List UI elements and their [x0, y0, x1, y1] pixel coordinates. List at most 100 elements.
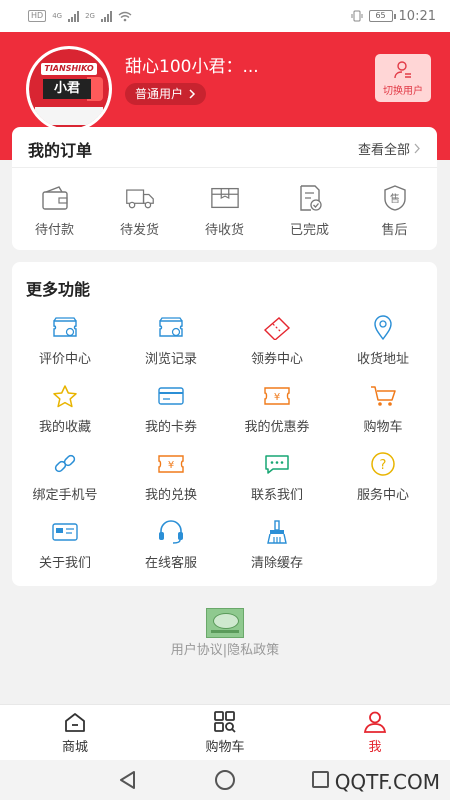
more-title: 更多功能 [26, 280, 91, 299]
network-label-1: 4G [52, 12, 63, 20]
tab-me[interactable]: 我 [300, 705, 450, 760]
chevron-right-icon [414, 143, 420, 154]
order-after-sales[interactable]: 售 售后 [352, 183, 437, 238]
recent-apps-icon[interactable] [312, 771, 329, 788]
function-grid: 评价中心 浏览记录 领券中心 收货地址 我的收藏 我的卡券 ¥ 我的优惠券 购物… [12, 314, 437, 586]
home-nav-icon[interactable] [215, 770, 235, 790]
grid-item-label: 在线客服 [144, 556, 197, 571]
cart-icon [369, 382, 397, 410]
grid-item-label: 评价中心 [38, 352, 91, 367]
orders-title: 我的订单 [28, 141, 93, 160]
clock: 10:21 [398, 8, 436, 24]
tab-label: 商城 [61, 740, 88, 755]
tab-label: 购物车 [205, 740, 245, 755]
grid-item-label: 绑定手机号 [32, 488, 98, 503]
svg-text:?: ? [380, 458, 387, 473]
user-icon [363, 711, 387, 733]
shopping-cart-item[interactable]: 购物车 [330, 382, 436, 450]
online-service-item[interactable]: 在线客服 [118, 518, 224, 586]
grid-item-label: 领券中心 [250, 352, 303, 367]
view-all-orders-link[interactable]: 查看全部 [358, 139, 421, 158]
tab-cart[interactable]: 购物车 [150, 705, 300, 760]
location-icon [369, 314, 397, 342]
orders-card: 我的订单 查看全部 待付款 待发货 待收货 已完成 售 售后 [12, 127, 437, 250]
my-exchange-item[interactable]: ¥ 我的兑换 [118, 450, 224, 518]
my-cards-item[interactable]: 我的卡券 [118, 382, 224, 450]
bottom-tab-bar: 商城 购物车 我 [0, 704, 450, 760]
my-coupons-item[interactable]: ¥ 我的优惠券 [224, 382, 330, 450]
switch-user-icon [394, 61, 411, 79]
yen-coupon-icon: ¥ [263, 382, 291, 410]
grid-item-label: 联系我们 [250, 488, 303, 503]
switch-user-button[interactable]: 切换用户 [375, 54, 431, 102]
browse-history-item[interactable]: 浏览记录 [118, 314, 224, 382]
grid-item-label: 清除缓存 [250, 556, 303, 571]
bind-phone-item[interactable]: 绑定手机号 [12, 450, 118, 518]
link-icon [51, 450, 79, 478]
order-status-row: 待付款 待发货 待收货 已完成 售 售后 [12, 183, 437, 238]
star-icon [51, 382, 79, 410]
about-us-item[interactable]: 关于我们 [12, 518, 118, 586]
clear-cache-item[interactable]: 清除缓存 [224, 518, 330, 586]
view-all-label: 查看全部 [357, 143, 410, 158]
order-item-label: 待付款 [34, 223, 74, 238]
watermark: QQTF.COM [334, 770, 440, 794]
grid-item-label: 购物车 [363, 420, 403, 435]
tab-mall[interactable]: 商城 [0, 705, 150, 760]
svg-text:售: 售 [390, 192, 400, 205]
grid-item-label: 我的收藏 [38, 420, 91, 435]
order-pending-receipt[interactable]: 待收货 [182, 183, 267, 238]
signal-icon [68, 10, 80, 22]
grid-item-label: 浏览记录 [144, 352, 197, 367]
broom-icon [263, 518, 291, 546]
avatar[interactable]: TIANSHIKO 小君 [26, 46, 112, 132]
order-item-label: 已完成 [289, 223, 329, 238]
grid-item-label: 收货地址 [356, 352, 409, 367]
help-icon: ? [369, 450, 397, 478]
chat-icon [263, 450, 291, 478]
headset-icon [157, 518, 185, 546]
order-item-label: 待发货 [119, 223, 159, 238]
avatar-name-text: 小君 [43, 79, 91, 99]
card-icon [157, 382, 185, 410]
home-icon [65, 713, 85, 732]
about-card-icon [51, 518, 79, 546]
switch-user-label: 切换用户 [383, 86, 423, 97]
tab-label: 我 [368, 740, 382, 755]
policy-links[interactable]: 用户协议|隐私政策 [0, 639, 450, 658]
review-icon [51, 314, 79, 342]
svg-text:¥: ¥ [274, 392, 280, 403]
exchange-icon: ¥ [157, 450, 185, 478]
my-favorites-item[interactable]: 我的收藏 [12, 382, 118, 450]
coupon-center-item[interactable]: 领券中心 [224, 314, 330, 382]
after-sales-icon: 售 [380, 183, 410, 213]
check-document-icon [295, 183, 325, 213]
order-pending-payment[interactable]: 待付款 [12, 183, 97, 238]
battery-icon: 65 [368, 10, 396, 22]
review-center-item[interactable]: 评价中心 [12, 314, 118, 382]
grid-item-label: 我的兑换 [144, 488, 197, 503]
svg-text:¥: ¥ [168, 460, 174, 471]
vibrate-icon [351, 10, 363, 22]
user-name: 甜心100小君：... [125, 57, 259, 77]
coupon-center-icon [263, 314, 291, 342]
network-label-2: 2G [85, 12, 95, 20]
back-icon[interactable] [118, 770, 138, 790]
divider [12, 167, 437, 168]
signal-icon-2 [100, 10, 112, 22]
shipping-address-item[interactable]: 收货地址 [330, 314, 436, 382]
service-center-item[interactable]: ? 服务中心 [330, 450, 436, 518]
order-pending-shipment[interactable]: 待发货 [97, 183, 182, 238]
user-level-badge[interactable]: 普通用户 [125, 83, 207, 105]
history-icon [157, 314, 185, 342]
box-icon [210, 183, 240, 213]
order-item-label: 待收货 [204, 223, 244, 238]
order-completed[interactable]: 已完成 [267, 183, 352, 238]
more-functions-card: 更多功能 评价中心 浏览记录 领券中心 收货地址 我的收藏 我的卡券 ¥ 我的优 [12, 262, 437, 586]
chevron-right-icon [189, 89, 196, 99]
contact-us-item[interactable]: 联系我们 [224, 450, 330, 518]
user-level-label: 普通用户 [135, 87, 184, 101]
license-logo [206, 608, 244, 638]
truck-icon [125, 183, 155, 213]
grid-item-label: 服务中心 [356, 488, 409, 503]
